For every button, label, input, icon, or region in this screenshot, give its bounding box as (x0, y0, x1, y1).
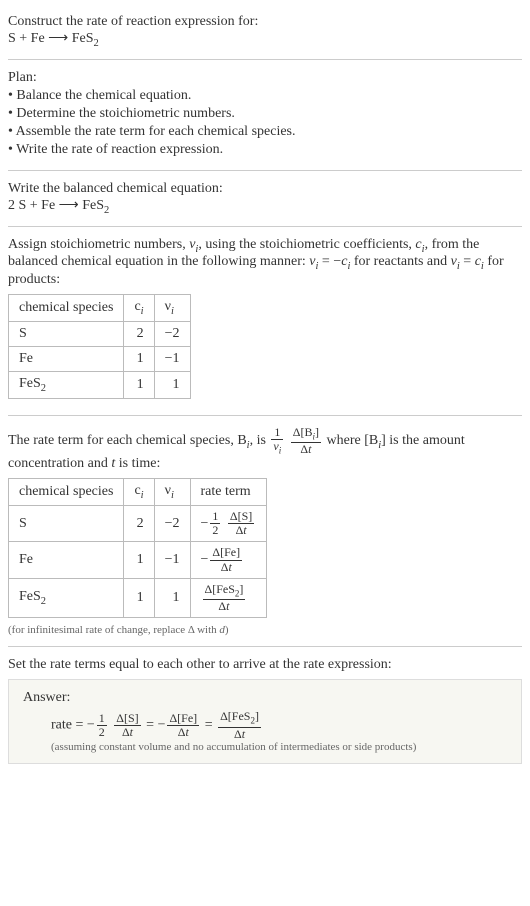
cell-c: 1 (124, 346, 154, 371)
final-intro: Set the rate terms equal to each other t… (8, 657, 522, 673)
col-species: chemical species (9, 479, 124, 506)
balanced-section: Write the balanced chemical equation: 2 … (8, 175, 522, 222)
cell-species: Fe (9, 542, 124, 578)
table-header-row: chemical species ci νi rate term (9, 479, 267, 506)
balanced-title: Write the balanced chemical equation: (8, 181, 522, 197)
divider (8, 415, 522, 416)
stoich-table: chemical species ci νi S 2 −2 Fe 1 −1 Fe… (8, 294, 191, 399)
plan-item: • Balance the chemical equation. (8, 88, 522, 104)
col-species: chemical species (9, 295, 124, 322)
cell-c: 2 (124, 506, 154, 542)
balanced-equation: 2 S + Fe ⟶ FeS2 (8, 197, 522, 216)
stoich-section: Assign stoichiometric numbers, νi, using… (8, 231, 522, 411)
rateterm-table: chemical species ci νi rate term S 2 −2 … (8, 478, 267, 618)
cell-v: −2 (154, 321, 190, 346)
col-rateterm: rate term (190, 479, 267, 506)
cell-species: FeS2 (9, 371, 124, 398)
table-row: S 2 −2 −12 Δ[S]Δt (9, 506, 267, 542)
initial-equation: S + Fe ⟶ FeS2 (8, 30, 522, 49)
assumption-note: (assuming constant volume and no accumul… (51, 741, 507, 753)
rate-expression: rate = −12 Δ[S]Δt = −Δ[Fe]Δt = Δ[FeS2]Δt (51, 710, 507, 740)
cell-c: 2 (124, 321, 154, 346)
stoich-intro: Assign stoichiometric numbers, νi, using… (8, 237, 522, 289)
table-header-row: chemical species ci νi (9, 295, 191, 322)
col-ci: ci (124, 295, 154, 322)
plan-title: Plan: (8, 70, 522, 86)
answer-box: Answer: rate = −12 Δ[S]Δt = −Δ[Fe]Δt = Δ… (8, 679, 522, 763)
plan-item: • Assemble the rate term for each chemic… (8, 124, 522, 140)
cell-c: 1 (124, 542, 154, 578)
cell-v: 1 (154, 578, 190, 617)
divider (8, 170, 522, 171)
table-row: FeS2 1 1 Δ[FeS2]Δt (9, 578, 267, 617)
cell-term: Δ[FeS2]Δt (190, 578, 267, 617)
cell-v: −1 (154, 542, 190, 578)
cell-v: −2 (154, 506, 190, 542)
divider (8, 646, 522, 647)
rateterm-note: (for infinitesimal rate of change, repla… (8, 624, 522, 636)
table-row: FeS2 1 1 (9, 371, 191, 398)
cell-c: 1 (124, 371, 154, 398)
rateterm-intro-a: The rate term for each chemical species,… (8, 433, 269, 448)
table-row: Fe 1 −1 −Δ[Fe]Δt (9, 542, 267, 578)
cell-species: S (9, 506, 124, 542)
rateterm-intro: The rate term for each chemical species,… (8, 426, 522, 472)
cell-species: S (9, 321, 124, 346)
cell-term: −Δ[Fe]Δt (190, 542, 267, 578)
page-title: Construct the rate of reaction expressio… (8, 14, 522, 30)
cell-species: Fe (9, 346, 124, 371)
plan-item: • Determine the stoichiometric numbers. (8, 106, 522, 122)
header-section: Construct the rate of reaction expressio… (8, 8, 522, 55)
divider (8, 59, 522, 60)
plan-item: • Write the rate of reaction expression. (8, 142, 522, 158)
rateterm-section: The rate term for each chemical species,… (8, 420, 522, 642)
table-row: S 2 −2 (9, 321, 191, 346)
cell-v: 1 (154, 371, 190, 398)
col-ci: ci (124, 479, 154, 506)
col-vi: νi (154, 295, 190, 322)
cell-term: −12 Δ[S]Δt (190, 506, 267, 542)
plan-section: Plan: • Balance the chemical equation. •… (8, 64, 522, 166)
divider (8, 226, 522, 227)
table-row: Fe 1 −1 (9, 346, 191, 371)
cell-species: FeS2 (9, 578, 124, 617)
cell-c: 1 (124, 578, 154, 617)
final-section: Set the rate terms equal to each other t… (8, 651, 522, 769)
cell-v: −1 (154, 346, 190, 371)
rateterm-formula: 1νi Δ[Bi]Δt (269, 433, 326, 448)
col-vi: νi (154, 479, 190, 506)
answer-label: Answer: (23, 690, 507, 706)
